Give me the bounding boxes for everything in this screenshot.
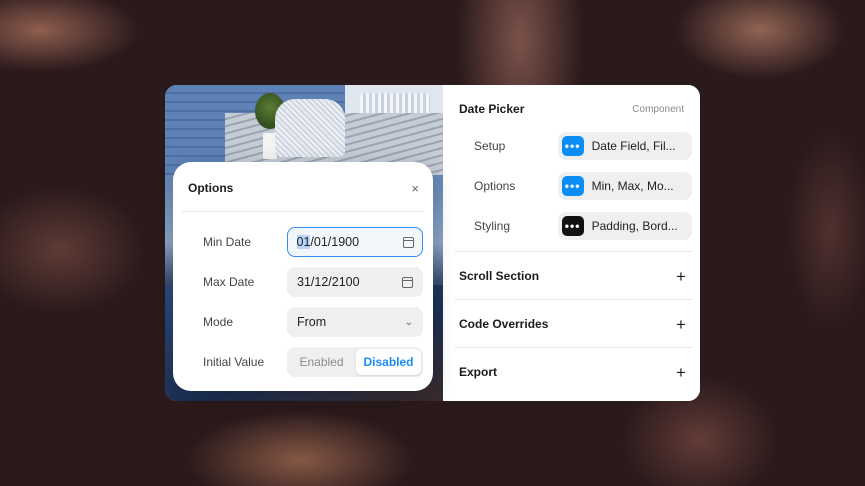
segment-enabled[interactable]: Enabled: [289, 349, 354, 375]
options-popover: Options × Min Date 01/01/1900 Max Date 3…: [173, 162, 433, 391]
property-value: Min, Max, Mo...: [591, 179, 674, 193]
min-date-label: Min Date: [203, 235, 252, 249]
property-value: Date Field, Fil...: [591, 139, 676, 153]
section-title: Scroll Section: [459, 269, 540, 283]
plus-icon[interactable]: +: [674, 268, 688, 285]
max-date-value: 31/12/2100: [297, 275, 360, 289]
chevron-down-icon: ⌄: [404, 316, 413, 328]
dots-icon: •••: [561, 136, 584, 156]
divider: [455, 347, 692, 348]
divider: [455, 299, 692, 300]
initial-value-row: Initial Value Enabled Disabled: [203, 347, 423, 377]
dots-icon: •••: [561, 176, 584, 196]
property-label: Styling: [474, 219, 511, 233]
min-date-value: 01/01/1900: [296, 235, 360, 249]
property-value: Padding, Bord...: [591, 219, 678, 233]
plus-icon[interactable]: +: [674, 364, 688, 381]
initial-value-label: Initial Value: [203, 355, 265, 369]
mode-value: From: [297, 315, 327, 329]
segment-disabled[interactable]: Disabled: [356, 349, 421, 375]
min-date-input[interactable]: 01/01/1900: [287, 227, 423, 257]
section-title: Code Overrides: [459, 317, 549, 331]
calendar-icon[interactable]: [402, 236, 414, 248]
panel-subtitle: Component: [632, 103, 684, 115]
popover-header: Options ×: [188, 179, 419, 197]
styling-pill[interactable]: ••• Padding, Bord...: [557, 212, 692, 240]
property-label: Options: [474, 179, 516, 193]
divider: [182, 211, 424, 212]
calendar-icon[interactable]: [402, 276, 413, 288]
options-pill[interactable]: ••• Min, Max, Mo...: [557, 172, 692, 200]
date-rest: /01/1900: [310, 235, 360, 249]
initial-value-toggle[interactable]: Enabled Disabled: [287, 347, 423, 377]
max-date-row: Max Date 31/12/2100: [203, 267, 423, 297]
section-title: Export: [459, 365, 498, 379]
mode-select[interactable]: From ⌄: [287, 307, 423, 337]
section-code-overrides[interactable]: Code Overrides +: [459, 314, 688, 334]
property-row-styling: Styling ••• Padding, Bord...: [474, 212, 692, 240]
popover-title: Options: [188, 181, 234, 195]
properties-panel: Date Picker Component Setup ••• Date Fie…: [443, 85, 700, 401]
min-date-row: Min Date 01/01/1900: [203, 227, 423, 257]
section-export[interactable]: Export +: [459, 362, 688, 382]
plus-icon[interactable]: +: [674, 316, 688, 333]
selected-segment: 01: [296, 235, 311, 249]
close-icon[interactable]: ×: [411, 182, 419, 195]
mode-row: Mode From ⌄: [203, 307, 423, 337]
divider: [455, 251, 692, 252]
property-label: Setup: [474, 139, 506, 153]
section-scroll[interactable]: Scroll Section +: [459, 266, 688, 286]
property-row-options: Options ••• Min, Max, Mo...: [474, 172, 692, 200]
panel-title: Date Picker: [459, 102, 525, 116]
setup-pill[interactable]: ••• Date Field, Fil...: [557, 132, 692, 160]
max-date-input[interactable]: 31/12/2100: [287, 267, 423, 297]
property-row-setup: Setup ••• Date Field, Fil...: [474, 132, 692, 160]
dots-icon: •••: [561, 216, 584, 236]
max-date-label: Max Date: [203, 275, 255, 289]
panel-header: Date Picker Component: [459, 101, 684, 117]
mode-label: Mode: [203, 315, 234, 329]
